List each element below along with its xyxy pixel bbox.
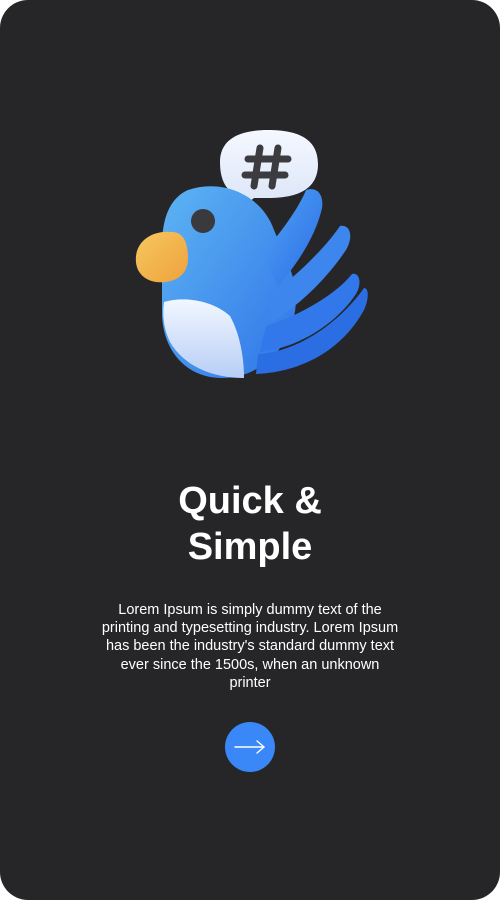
arrow-right-icon — [234, 740, 265, 754]
bird-eye — [191, 209, 215, 233]
title-line-2: Simple — [187, 526, 313, 568]
next-button[interactable] — [225, 722, 275, 772]
page-title: Quick & Simple — [0, 478, 500, 570]
title-line-1: Quick & — [178, 480, 322, 522]
bird-beak — [135, 231, 188, 283]
bird-hashtag-icon — [135, 130, 368, 378]
bird-illustration — [128, 126, 372, 382]
description-text: Lorem Ipsum is simply dummy text of the … — [101, 602, 399, 691]
onboarding-screen: Quick & Simple Lorem Ipsum is simply dum… — [0, 0, 500, 900]
